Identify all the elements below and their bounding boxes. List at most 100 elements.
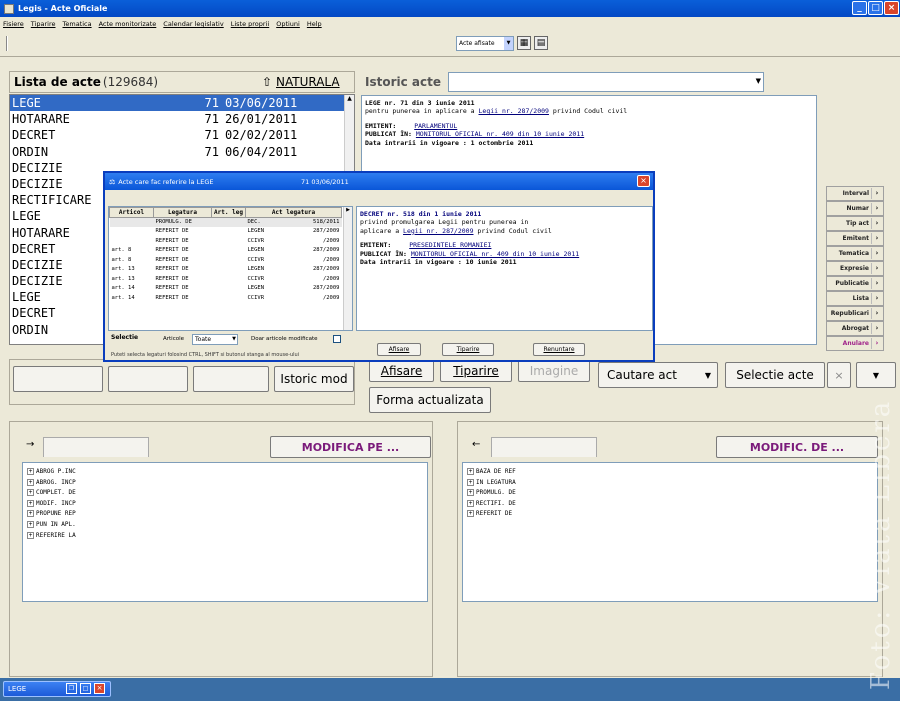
tree-node[interactable]: + RECTIFI. DE: [467, 499, 873, 510]
chevron-down-icon[interactable]: ▼: [756, 77, 761, 85]
tree-node[interactable]: + PROMULG. DE: [467, 488, 873, 499]
restore-icon[interactable]: ❐: [66, 683, 77, 694]
nav-publicatie-button[interactable]: Publicatie ›: [826, 276, 884, 291]
menu-tipariri[interactable]: Tiparire: [31, 20, 56, 28]
table-row[interactable]: art. 8 REFERIT DE LEGEN 287/2009: [110, 246, 342, 256]
chevron-down-icon[interactable]: ▼: [232, 335, 236, 344]
table-row[interactable]: art. 8 REFERIT DE CCIVR/2009: [110, 255, 342, 265]
dialog-emitent-link[interactable]: PRESEDINTELE ROMANIEI: [409, 241, 491, 249]
document-icon[interactable]: ▤: [534, 36, 548, 50]
expand-icon[interactable]: +: [27, 478, 34, 486]
expand-icon[interactable]: +: [467, 468, 474, 475]
taskbar-item[interactable]: LEGE ❐ □ ×: [3, 681, 111, 697]
dialog-close-icon[interactable]: ×: [637, 175, 650, 187]
col-articol[interactable]: Articol: [109, 207, 154, 218]
clear-selection-icon[interactable]: ×: [827, 362, 851, 388]
forma-actualizata-button[interactable]: Forma actualizata: [369, 387, 491, 413]
menu-help[interactable]: Help: [307, 20, 322, 28]
tree-node[interactable]: + COMPLET. DE: [27, 488, 423, 499]
menu-optiuni[interactable]: Optiuni: [276, 20, 300, 28]
nav-republicari-button[interactable]: Republicari ›: [826, 306, 884, 321]
maximize-button[interactable]: □: [868, 1, 883, 15]
close-icon[interactable]: ×: [94, 683, 105, 694]
col-legatura[interactable]: Legatura: [153, 207, 212, 218]
tree-node[interactable]: + MODIF. INCP: [27, 499, 423, 510]
modific-de-tree[interactable]: + BAZA DE REF + IN LEGATURA + PROMULG. DE + REC…: [462, 462, 878, 602]
tree-node[interactable]: + PROPUNE REP: [27, 509, 423, 520]
scroll-right-icon[interactable]: ▶: [344, 207, 352, 213]
dialog-afisare-button[interactable]: Afisare: [377, 343, 421, 356]
list-item[interactable]: ORDIN 71 06/04/2011: [10, 144, 354, 160]
col-art-leg[interactable]: Art. leg: [211, 207, 246, 218]
dialog-tiparire-button[interactable]: Tiparire: [442, 343, 494, 356]
expand-icon[interactable]: +: [27, 520, 34, 528]
tree-node[interactable]: + BAZA DE REF: [467, 467, 873, 478]
articole-select[interactable]: Toate ▼: [192, 334, 238, 345]
list-item[interactable]: DECRET 71 02/02/2011: [10, 127, 354, 143]
tree-node[interactable]: + IN LEGATURA: [467, 478, 873, 489]
nav-expresie-button[interactable]: Expresie ›: [826, 261, 884, 276]
afisare-button[interactable]: Afisare: [369, 360, 434, 382]
list-action-3[interactable]: [193, 366, 269, 392]
table-row[interactable]: REFERIT DE CCIVR/2009: [110, 236, 342, 246]
nav-numar-button[interactable]: Numar ›: [826, 201, 884, 216]
close-button[interactable]: ×: [884, 1, 899, 15]
tree-node[interactable]: + PUN IN APL.: [27, 520, 423, 531]
cautare-act-button[interactable]: Cautare act ▼: [598, 362, 718, 388]
table-row[interactable]: REFERIT DE LEGEN 287/2009: [110, 227, 342, 237]
expand-icon[interactable]: +: [467, 478, 474, 486]
menu-fisiere[interactable]: Fisiere: [3, 20, 24, 28]
table-row[interactable]: PROMULG. DE DEC. 518/2011: [109, 217, 342, 227]
modific-de-header[interactable]: MODIFIC. DE ...: [716, 436, 878, 458]
maximize-icon[interactable]: □: [80, 683, 91, 694]
tree-node[interactable]: + ABROG P.INC: [27, 467, 423, 478]
list-action-2[interactable]: [108, 366, 188, 392]
tree-node[interactable]: + REFERIRE LA: [27, 531, 423, 542]
list-action-1[interactable]: [13, 366, 103, 392]
nav-lista-button[interactable]: Lista ›: [826, 291, 884, 306]
tiparire-button[interactable]: Tiparire: [440, 360, 512, 382]
nav-tip-act-button[interactable]: Tip act ›: [826, 216, 884, 231]
list-item[interactable]: LEGE 71 03/06/2011: [10, 95, 354, 112]
sort-label[interactable]: NATURALA: [276, 75, 340, 89]
menu-acte-monitorizate[interactable]: Acte monitorizate: [99, 20, 157, 28]
modific-de-tab[interactable]: [491, 437, 597, 457]
table-row[interactable]: art. 14 REFERIT DE LEGEN 287/2009: [110, 284, 342, 294]
table-row[interactable]: art. 13 REFERIT DE CCIVR/2009: [110, 274, 342, 284]
publicat-link[interactable]: MONITORUL OFICIAL nr. 409 din 10 iunie 2…: [416, 130, 584, 138]
minimize-button[interactable]: _: [852, 1, 867, 15]
dialog-publicat-link[interactable]: MONITORUL OFICIAL nr. 409 din 10 iunie 2…: [411, 250, 579, 258]
dialog-renuntare-button[interactable]: Renuntare: [533, 343, 585, 356]
expand-icon[interactable]: +: [27, 468, 34, 475]
scroll-up-icon[interactable]: ▲: [345, 95, 354, 105]
detail-link[interactable]: Legii nr. 287/2009: [479, 107, 549, 115]
expand-icon[interactable]: +: [27, 510, 34, 518]
expand-icon[interactable]: +: [467, 510, 474, 518]
expand-icon[interactable]: +: [467, 499, 474, 507]
menu-tematica[interactable]: Tematica: [63, 20, 92, 28]
list-item[interactable]: HOTARARE 71 26/01/2011: [10, 111, 354, 127]
menu-calendar[interactable]: Calendar legislativ: [163, 20, 223, 28]
dialog-detail-link[interactable]: Legii nr. 287/2009: [403, 227, 473, 235]
chevron-down-icon[interactable]: ▼: [504, 37, 513, 50]
legaturi-grid[interactable]: Articol Legatura Art. leg Act legatura P…: [108, 206, 353, 331]
modifica-pe-tree[interactable]: + ABROG P.INC + ABROG. INCP + COMPLET. DE + MOD…: [22, 462, 428, 602]
col-act-legatura[interactable]: Act legatura: [245, 207, 342, 218]
expand-icon[interactable]: +: [27, 489, 34, 497]
expand-icon[interactable]: +: [27, 499, 34, 507]
imagine-button[interactable]: Imagine: [518, 360, 590, 382]
expand-icon[interactable]: +: [27, 531, 34, 539]
modifica-pe-header[interactable]: MODIFICA PE ...: [270, 436, 431, 458]
istoric-select[interactable]: ▼: [448, 72, 764, 92]
modifica-pe-tab[interactable]: [43, 437, 149, 457]
selectie-acte-button[interactable]: Selectie acte: [725, 362, 825, 388]
acte-afisate-select[interactable]: Acte afisate ▼: [456, 36, 514, 51]
menu-liste-proprii[interactable]: Liste proprii: [231, 20, 269, 28]
table-row[interactable]: art. 13 REFERIT DE LEGEN 287/2009: [110, 265, 342, 275]
emitent-link[interactable]: PARLAMENTUL: [414, 122, 457, 130]
tree-node[interactable]: + ABROG. INCP: [27, 478, 423, 489]
tree-node[interactable]: + REFERIT DE: [467, 509, 873, 520]
expand-icon[interactable]: +: [467, 489, 474, 497]
grid-scrollbar[interactable]: ▶: [343, 207, 352, 330]
nav-interval-button[interactable]: Interval ›: [826, 186, 884, 201]
